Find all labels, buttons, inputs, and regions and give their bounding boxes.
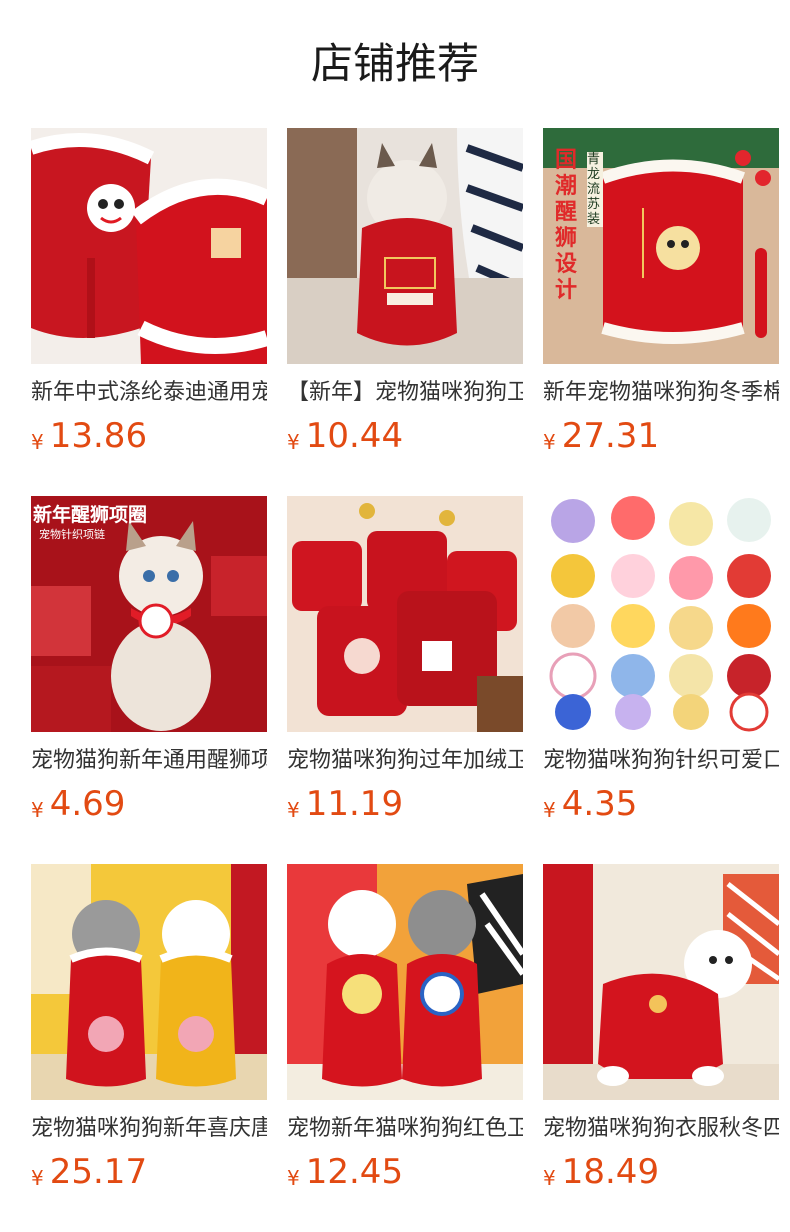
product-image[interactable] [287,864,523,1100]
product-name[interactable]: 新年中式涤纶泰迪通用宠物衣服 [31,378,267,408]
red-sweaters-flatlay-image [287,496,523,732]
product-banner-vertical: 国潮醒狮设计 [555,148,578,303]
price-value: 27.31 [561,416,660,456]
currency-symbol: ¥ [31,1166,44,1190]
currency-symbol: ¥ [543,798,556,822]
price-value: 18.49 [561,1152,660,1192]
product-image[interactable]: 新年醒狮项圈 宠物针织项链 [31,496,267,732]
currency-symbol: ¥ [543,1166,556,1190]
product-image[interactable] [543,864,779,1100]
price-value: 10.44 [305,416,404,456]
product-image[interactable] [31,128,267,364]
currency-symbol: ¥ [31,430,44,454]
product-banner-subtitle: 宠物针织项链 [39,528,105,541]
product-image[interactable] [543,496,779,732]
product-card[interactable]: 宠物新年猫咪狗狗红色卫衣 ¥12.45 [287,864,523,1232]
product-name[interactable]: 宠物新年猫咪狗狗红色卫衣 [287,1114,523,1144]
product-image[interactable] [31,864,267,1100]
dog-red-jumpsuit-image [543,864,779,1100]
price-value: 4.35 [561,784,638,824]
product-card[interactable]: 新年中式涤纶泰迪通用宠物衣服 ¥13.86 [31,128,267,496]
product-price: ¥11.19 [287,784,523,830]
product-card[interactable]: 宠物猫咪狗狗过年加绒卫衣 ¥11.19 [287,496,523,864]
currency-symbol: ¥ [287,1166,300,1190]
dogs-red-lion-hoodies-image [287,864,523,1100]
dogs-tang-jackets-image [31,864,267,1100]
product-price: ¥25.17 [31,1152,267,1198]
red-knit-lion-vest-image [31,128,267,364]
product-price: ¥27.31 [543,416,779,462]
product-name[interactable]: 【新年】宠物猫咪狗狗卫衣 [287,378,523,408]
product-price: ¥18.49 [543,1152,779,1198]
price-value: 11.19 [305,784,404,824]
product-card[interactable]: 宠物猫咪狗狗新年喜庆唐装 ¥25.17 [31,864,267,1232]
product-card[interactable]: 宠物猫咪狗狗针织可爱口水巾 ¥4.35 [543,496,779,864]
product-name[interactable]: 新年宠物猫咪狗狗冬季棉衣 [543,378,779,408]
product-price: ¥4.69 [31,784,267,830]
assorted-bibs-image [543,496,779,732]
currency-symbol: ¥ [31,798,44,822]
price-value: 12.45 [305,1152,404,1192]
product-name[interactable]: 宠物猫咪狗狗过年加绒卫衣 [287,746,523,776]
product-card[interactable]: 【新年】宠物猫咪狗狗卫衣 ¥10.44 [287,128,523,496]
product-card[interactable]: 新年醒狮项圈 宠物针织项链 宠物猫狗新年通用醒狮项圈 ¥4.69 [31,496,267,864]
product-name[interactable]: 宠物猫咪狗狗针织可爱口水巾 [543,746,779,776]
product-card[interactable]: 宠物猫咪狗狗衣服秋冬四脚衣 ¥18.49 [543,864,779,1232]
product-image[interactable] [287,496,523,732]
product-card[interactable]: 国潮醒狮设计 青龙流苏装 新年宠物猫咪狗狗冬季棉衣 ¥27.31 [543,128,779,496]
product-price: ¥13.86 [31,416,267,462]
product-price: ¥12.45 [287,1152,523,1198]
product-name[interactable]: 宠物猫咪狗狗新年喜庆唐装 [31,1114,267,1144]
cat-red-new-year-sweater-image [287,128,523,364]
product-price: ¥10.44 [287,416,523,462]
price-value: 13.86 [49,416,148,456]
section-title: 店铺推荐 [310,39,479,88]
product-price: ¥4.35 [543,784,779,830]
product-grid: 新年中式涤纶泰迪通用宠物衣服 ¥13.86 【新年】宠物猫咪狗狗卫衣 ¥10.4… [31,128,790,1232]
currency-symbol: ¥ [287,430,300,454]
product-name[interactable]: 宠物猫咪狗狗衣服秋冬四脚衣 [543,1114,779,1144]
product-banner-title: 新年醒狮项圈 [33,504,148,526]
currency-symbol: ¥ [287,798,300,822]
product-image[interactable]: 国潮醒狮设计 青龙流苏装 [543,128,779,364]
product-image[interactable] [287,128,523,364]
price-value: 25.17 [49,1152,148,1192]
product-banner-tag: 青龙流苏装 [587,152,603,227]
currency-symbol: ¥ [543,430,556,454]
product-name[interactable]: 宠物猫狗新年通用醒狮项圈 [31,746,267,776]
price-value: 4.69 [49,784,126,824]
